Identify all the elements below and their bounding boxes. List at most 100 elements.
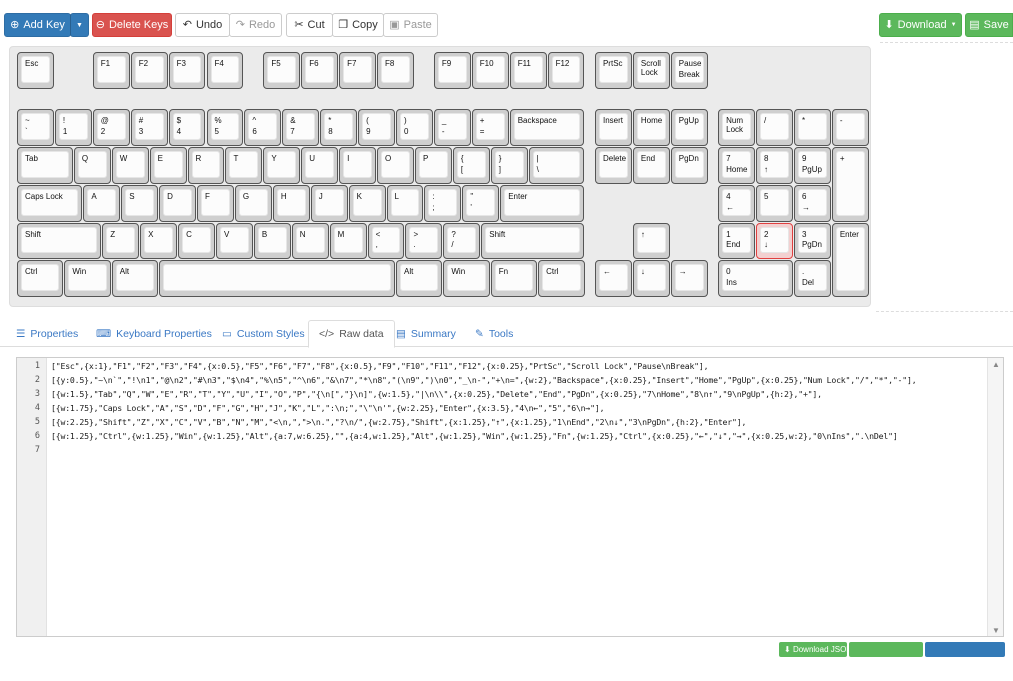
keyboard-key[interactable]: F2 <box>130 52 168 89</box>
scroll-up-icon[interactable]: ▲ <box>988 358 1003 370</box>
code-line[interactable]: [{w:1.25},"Ctrl",{w:1.25},"Win",{w:1.25}… <box>51 431 898 441</box>
keyboard-key[interactable]: 2 ↓ <box>756 222 793 260</box>
code-line[interactable]: ["Esc",{x:1},"F1","F2","F3","F4",{x:0.5}… <box>51 361 709 371</box>
keyboard-key[interactable]: ← <box>594 260 632 298</box>
keyboard-key[interactable] <box>159 260 395 298</box>
add-key-dropdown-button[interactable]: ▼ <box>70 13 89 37</box>
keyboard-key[interactable]: Win <box>64 260 111 298</box>
keyboard-key[interactable]: D <box>159 184 197 222</box>
keyboard-key[interactable]: PgDn <box>670 146 708 184</box>
keyboard-key[interactable]: ^ 6 <box>244 108 282 146</box>
keyboard-key[interactable]: 9 PgUp <box>793 146 831 184</box>
download-json-button[interactable]: ⬇ Download JSON <box>779 642 852 657</box>
keyboard-key[interactable]: ) 0 <box>396 108 433 146</box>
keyboard-key[interactable]: Shift <box>17 222 102 260</box>
keyboard-key[interactable]: Ctrl <box>538 260 585 298</box>
scroll-down-icon[interactable]: ▼ <box>988 624 1003 636</box>
keyboard-key[interactable]: 6 → <box>793 184 831 222</box>
keyboard-key[interactable]: Fn <box>490 260 538 298</box>
keyboard-key[interactable]: ? / <box>443 222 481 260</box>
cut-button[interactable]: ✂ Cut <box>286 13 333 37</box>
keyboard-key[interactable]: G <box>234 184 272 222</box>
keyboard-key[interactable]: F9 <box>433 52 471 89</box>
keyboard-key[interactable]: >. <box>405 222 443 260</box>
keyboard-key[interactable]: 0 Ins <box>718 260 793 298</box>
keyboard-key[interactable]: Delete <box>594 146 632 184</box>
keyboard-key[interactable]: 3 PgDn <box>793 222 831 260</box>
keyboard-editor[interactable]: Esc F1 F2 F3 F4 F5 F6 F7 F8 F9 F10 F11 F12 PrtSc Scrol… <box>9 46 871 307</box>
keyboard-key[interactable]: B <box>253 222 291 260</box>
keyboard-key[interactable]: | \ <box>528 146 585 184</box>
keyboard-key[interactable]: Scroll Lock <box>632 52 670 89</box>
keyboard-key[interactable]: X <box>140 222 178 260</box>
keyboard-key[interactable]: Enter <box>831 222 869 298</box>
tab-custom-styles[interactable]: ▭ Custom Styles <box>212 320 315 347</box>
vertical-scrollbar[interactable]: ▲ ▼ <box>987 358 1003 636</box>
keyboard-key[interactable]: O <box>377 146 414 184</box>
save-button[interactable]: ▤ Save <box>965 13 1013 37</box>
keyboard-key[interactable]: ↑ <box>632 222 670 260</box>
keyboard-key[interactable]: #3 <box>130 108 168 146</box>
keyboard-key[interactable]: F6 <box>301 52 339 89</box>
keyboard-key[interactable]: Home <box>632 108 670 146</box>
keyboard-key[interactable]: A <box>83 184 121 222</box>
keyboard-key[interactable]: / <box>756 108 793 146</box>
keyboard-key[interactable]: Win <box>443 260 490 298</box>
keyboard-key[interactable]: H <box>272 184 310 222</box>
code-line[interactable]: [{w:1.75},"Caps Lock","A","S","D","F","G… <box>51 403 605 413</box>
keyboard-key[interactable]: 1 End <box>718 222 756 260</box>
keyboard-key[interactable]: R <box>187 146 225 184</box>
delete-keys-button[interactable]: ⊖ Delete Keys <box>92 13 172 37</box>
keyboard-key[interactable]: F5 <box>263 52 301 89</box>
download-button[interactable]: ⬇ Download ▼ <box>879 13 962 37</box>
keyboard-key[interactable]: Ctrl <box>17 260 64 298</box>
undo-button[interactable]: ↶ Undo <box>175 13 230 37</box>
keyboard-key[interactable]: C <box>178 222 215 260</box>
keyboard-key[interactable]: T <box>225 146 263 184</box>
keyboard-key[interactable]: _ - <box>433 108 471 146</box>
keyboard-key[interactable]: F8 <box>377 52 414 89</box>
code-line[interactable]: [{w:1.5},"Tab","Q","W","E","R","T","Y","… <box>51 389 822 399</box>
keyboard-key[interactable]: F7 <box>339 52 377 89</box>
keyboard-key[interactable]: Shift <box>481 222 585 260</box>
keyboard-key[interactable]: I <box>339 146 377 184</box>
code-line[interactable]: [{y:0.5},"~\n`","!\n1","@\n2","#\n3","$\… <box>51 375 917 385</box>
redo-button[interactable]: ↷ Redo <box>229 13 282 37</box>
keyboard-key[interactable]: + = <box>471 108 509 146</box>
copy-button[interactable]: ❐ Copy <box>332 13 384 37</box>
tab-properties[interactable]: ☰ Properties <box>6 320 88 347</box>
keyboard-key[interactable]: Insert <box>594 108 632 146</box>
keyboard-key[interactable]: F1 <box>92 52 130 89</box>
keyboard-key[interactable]: Tab <box>17 146 73 184</box>
keyboard-key[interactable]: % 5 <box>206 108 244 146</box>
tab-tools[interactable]: ✎ Tools <box>465 320 523 347</box>
keyboard-key[interactable]: M <box>329 222 367 260</box>
keyboard-key[interactable]: F12 <box>547 52 585 89</box>
keyboard-key[interactable]: PrtSc <box>594 52 632 89</box>
keyboard-key[interactable]: ↓ <box>632 260 670 298</box>
keyboard-key[interactable]: Alt <box>111 260 159 298</box>
keyboard-key[interactable]: P <box>414 146 452 184</box>
keyboard-key[interactable]: }] <box>490 146 528 184</box>
keyboard-key[interactable]: ! 1 <box>54 108 92 146</box>
keyboard-key[interactable]: (9 <box>358 108 395 146</box>
keyboard-key[interactable]: N <box>291 222 329 260</box>
keyboard-key[interactable]: & 7 <box>282 108 320 146</box>
keyboard-key[interactable]: Pause Break <box>670 52 708 89</box>
keyboard-key[interactable]: 8 ↑ <box>756 146 793 184</box>
keyboard-key[interactable]: End <box>632 146 670 184</box>
raw-data-editor[interactable]: 1 2 3 4 5 6 7 ["Esc",{x:1},"F1","F2","F3","F4"… <box>16 357 1004 637</box>
keyboard-key[interactable]: F3 <box>168 52 206 89</box>
keyboard-key[interactable]: {[ <box>452 146 490 184</box>
keyboard-key[interactable]: . Del <box>793 260 831 298</box>
keyboard-key[interactable]: → <box>670 260 708 298</box>
keyboard-key[interactable]: 7 Home <box>718 146 756 184</box>
tab-summary[interactable]: ▤ Summary <box>386 320 466 347</box>
keyboard-key[interactable]: ~ ` <box>17 108 54 146</box>
keyboard-key[interactable]: :; <box>424 184 462 222</box>
keyboard-key[interactable]: 4 ← <box>718 184 756 222</box>
keyboard-key[interactable]: F4 <box>206 52 244 89</box>
keyboard-key[interactable]: Q <box>73 146 111 184</box>
keyboard-key[interactable]: Enter <box>500 184 585 222</box>
keyboard-key[interactable]: Alt <box>396 260 443 298</box>
